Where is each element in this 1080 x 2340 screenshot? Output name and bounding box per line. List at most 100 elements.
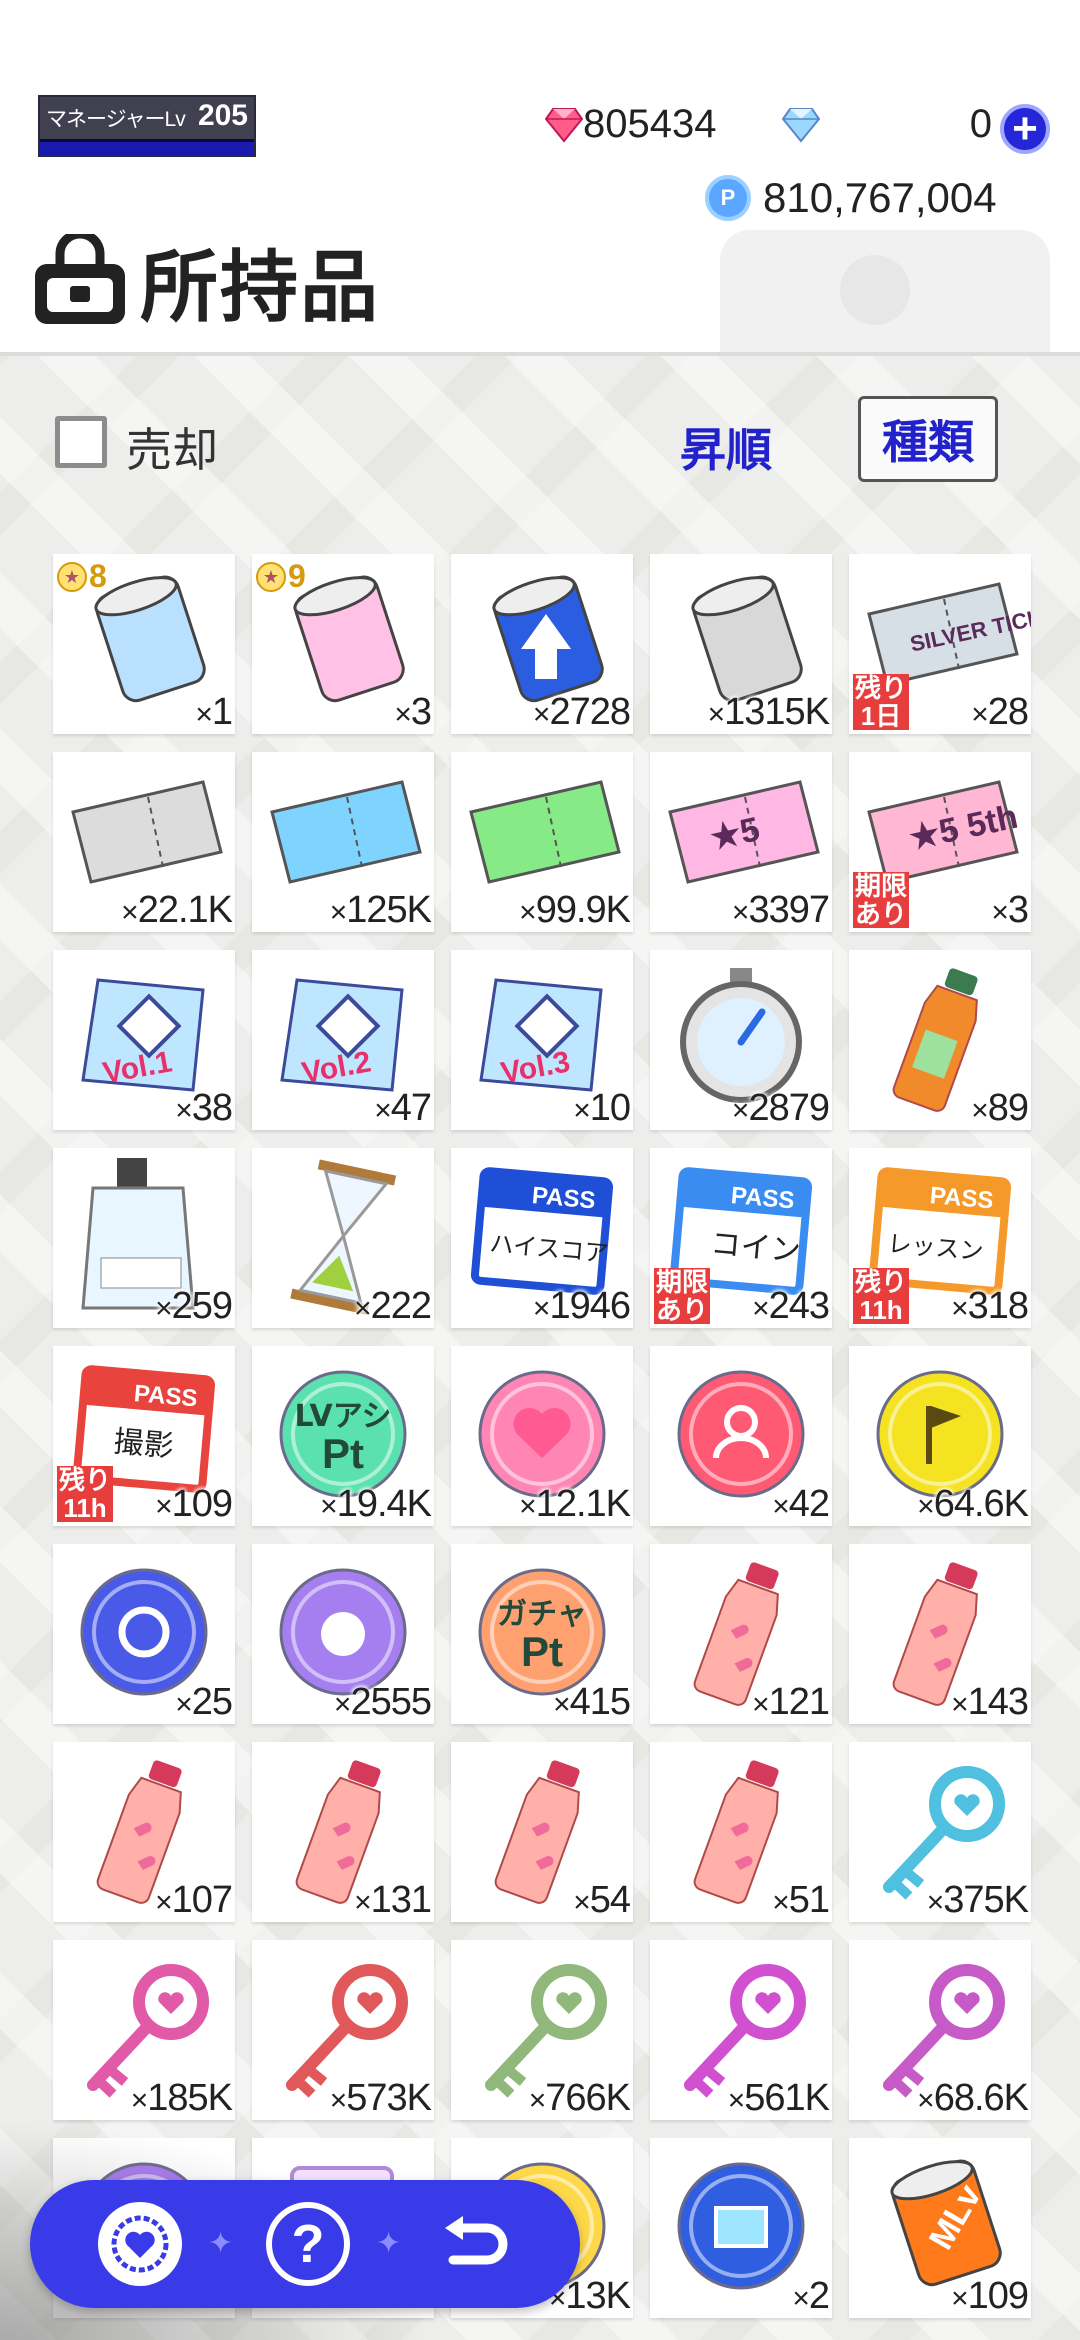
inventory-item[interactable]: PASS ハイスコア ×1946: [451, 1148, 633, 1328]
inventory-item[interactable]: ×1315K: [650, 554, 832, 734]
inventory-item[interactable]: ×766K: [451, 1940, 633, 2120]
paid-gem-counter: 805434: [544, 102, 716, 147]
inventory-item[interactable]: ×2: [650, 2138, 832, 2318]
filter-kind-button[interactable]: 種類: [858, 396, 998, 482]
inventory-item[interactable]: ×222: [252, 1148, 434, 1328]
inventory-item[interactable]: ×51: [650, 1742, 832, 1922]
help-icon[interactable]: ?: [266, 2202, 350, 2286]
free-gem-value: 0: [969, 102, 992, 146]
inventory-item[interactable]: ×121: [650, 1544, 832, 1724]
item-quantity: ×51: [772, 1879, 830, 1921]
item-quantity: ×1315K: [707, 691, 830, 733]
sort-order-button[interactable]: 昇順: [680, 414, 772, 480]
manager-level-badge: マネージャーLv 205: [38, 95, 256, 157]
inventory-item[interactable]: ×89: [849, 950, 1031, 1130]
inventory-item[interactable]: PASS コイン 期限あり ×243: [650, 1148, 832, 1328]
item-quantity: ×109: [951, 2275, 1029, 2317]
free-gem-counter: 0: [781, 102, 992, 147]
inventory-item[interactable]: SILVER TICKET 残り1日 ×28: [849, 554, 1031, 734]
item-quantity: ×125K: [329, 889, 432, 931]
inventory-item[interactable]: ×561K: [650, 1940, 832, 2120]
inventory-item[interactable]: ×25: [53, 1544, 235, 1724]
star-icon: ★: [57, 561, 87, 592]
inventory-item[interactable]: Vol.2 ×47: [252, 950, 434, 1130]
inventory-item[interactable]: ×131: [252, 1742, 434, 1922]
item-quantity: ×68.6K: [917, 2077, 1029, 2119]
item-art-text: ガチャ: [497, 1597, 587, 1632]
inventory-item[interactable]: ×259: [53, 1148, 235, 1328]
inventory-item[interactable]: ★ 9 ×3: [252, 554, 434, 734]
item-quantity: ×222: [354, 1285, 432, 1327]
inventory-item[interactable]: ×2728: [451, 554, 633, 734]
item-art-text: PASS: [133, 1380, 199, 1412]
add-gem-button[interactable]: +: [1000, 104, 1050, 154]
inventory-item[interactable]: ★5 5th 期限あり ×3: [849, 752, 1031, 932]
inventory-item[interactable]: ★ 8 ×1: [53, 554, 235, 734]
inventory-item[interactable]: Vol.1 ×38: [53, 950, 235, 1130]
inventory-item[interactable]: ×125K: [252, 752, 434, 932]
back-icon[interactable]: [434, 2202, 518, 2286]
item-quantity: ×1946: [532, 1285, 631, 1327]
inventory-content: 売却 昇順 種類 ★ 8 ×1 ★ 9 ×3 ×2728 ×1315K SILV…: [0, 352, 1080, 2340]
inventory-item[interactable]: ×2555: [252, 1544, 434, 1724]
inventory-item[interactable]: PASS 撮影 残り11h ×109: [53, 1346, 235, 1526]
inventory-item[interactable]: ×22.1K: [53, 752, 235, 932]
inventory-item[interactable]: ×375K: [849, 1742, 1031, 1922]
item-quantity: ×3397: [731, 889, 830, 931]
inventory-item[interactable]: ×2879: [650, 950, 832, 1130]
rarity-star-badge: ★ 8: [57, 558, 107, 595]
inventory-controls: 売却 昇順 種類: [0, 356, 1080, 516]
item-quantity: ×19.4K: [320, 1483, 432, 1525]
item-art-text: PASS: [531, 1182, 597, 1214]
page-title: 所持品: [140, 243, 381, 331]
item-quantity: ×47: [374, 1087, 432, 1129]
item-quantity: ×38: [175, 1087, 233, 1129]
inventory-item[interactable]: PASS レッスン 残り11h ×318: [849, 1148, 1031, 1328]
level-progress-bar: [40, 139, 254, 155]
inventory-item[interactable]: ★5 ×3397: [650, 752, 832, 932]
item-quantity: ×22.1K: [121, 889, 233, 931]
inventory-item[interactable]: Vol.3 ×10: [451, 950, 633, 1130]
item-quantity: ×766K: [528, 2077, 631, 2119]
item-quantity: ×12.1K: [519, 1483, 631, 1525]
limit-tag: 期限あり: [654, 1267, 710, 1325]
inventory-item[interactable]: LVアシ Pt ×19.4K: [252, 1346, 434, 1526]
inventory-item[interactable]: ×143: [849, 1544, 1031, 1724]
header: マネージャーLv 205 805434 0 + P 810,767,004 所持…: [0, 0, 1080, 352]
sell-checkbox[interactable]: [55, 416, 107, 468]
inventory-item[interactable]: ×42: [650, 1346, 832, 1526]
item-quantity: ×2: [792, 2275, 830, 2317]
item-quantity: ×131: [354, 1879, 432, 1921]
inventory-item[interactable]: MLv ×109: [849, 2138, 1031, 2318]
inventory-item[interactable]: ×68.6K: [849, 1940, 1031, 2120]
item-quantity: ×259: [155, 1285, 233, 1327]
item-art-text: LVアシ: [294, 1399, 391, 1434]
item-quantity: ×318: [951, 1285, 1029, 1327]
item-art-text: PASS: [929, 1182, 995, 1214]
item-quantity: ×28: [971, 691, 1029, 733]
blue-gem-icon: [781, 107, 821, 143]
coin-counter: P 810,767,004: [705, 174, 997, 222]
inventory-item[interactable]: ×185K: [53, 1940, 235, 2120]
inventory-item[interactable]: ×99.9K: [451, 752, 633, 932]
item-quantity: ×121: [752, 1681, 830, 1723]
item-quantity: ×561K: [727, 2077, 830, 2119]
item-quantity: ×2879: [731, 1087, 830, 1129]
rarity-value: 9: [288, 558, 306, 594]
inventory-item[interactable]: ×64.6K: [849, 1346, 1031, 1526]
star-icon: ★: [256, 561, 286, 592]
item-quantity: ×107: [155, 1879, 233, 1921]
inventory-item[interactable]: ガチャ Pt ×415: [451, 1544, 633, 1724]
item-art-text: 撮影: [112, 1424, 175, 1464]
limit-tag: 残り1日: [853, 673, 909, 731]
inventory-item[interactable]: ×54: [451, 1742, 633, 1922]
item-quantity: ×375K: [926, 1879, 1029, 1921]
inventory-item[interactable]: ×573K: [252, 1940, 434, 2120]
item-quantity: ×109: [155, 1483, 233, 1525]
item-art-text: Pt: [521, 1628, 563, 1675]
inventory-item[interactable]: ×107: [53, 1742, 235, 1922]
item-quantity: ×64.6K: [917, 1483, 1029, 1525]
heart-badge-icon[interactable]: [98, 2202, 182, 2286]
inventory-item[interactable]: ×12.1K: [451, 1346, 633, 1526]
item-quantity: ×25: [175, 1681, 233, 1723]
